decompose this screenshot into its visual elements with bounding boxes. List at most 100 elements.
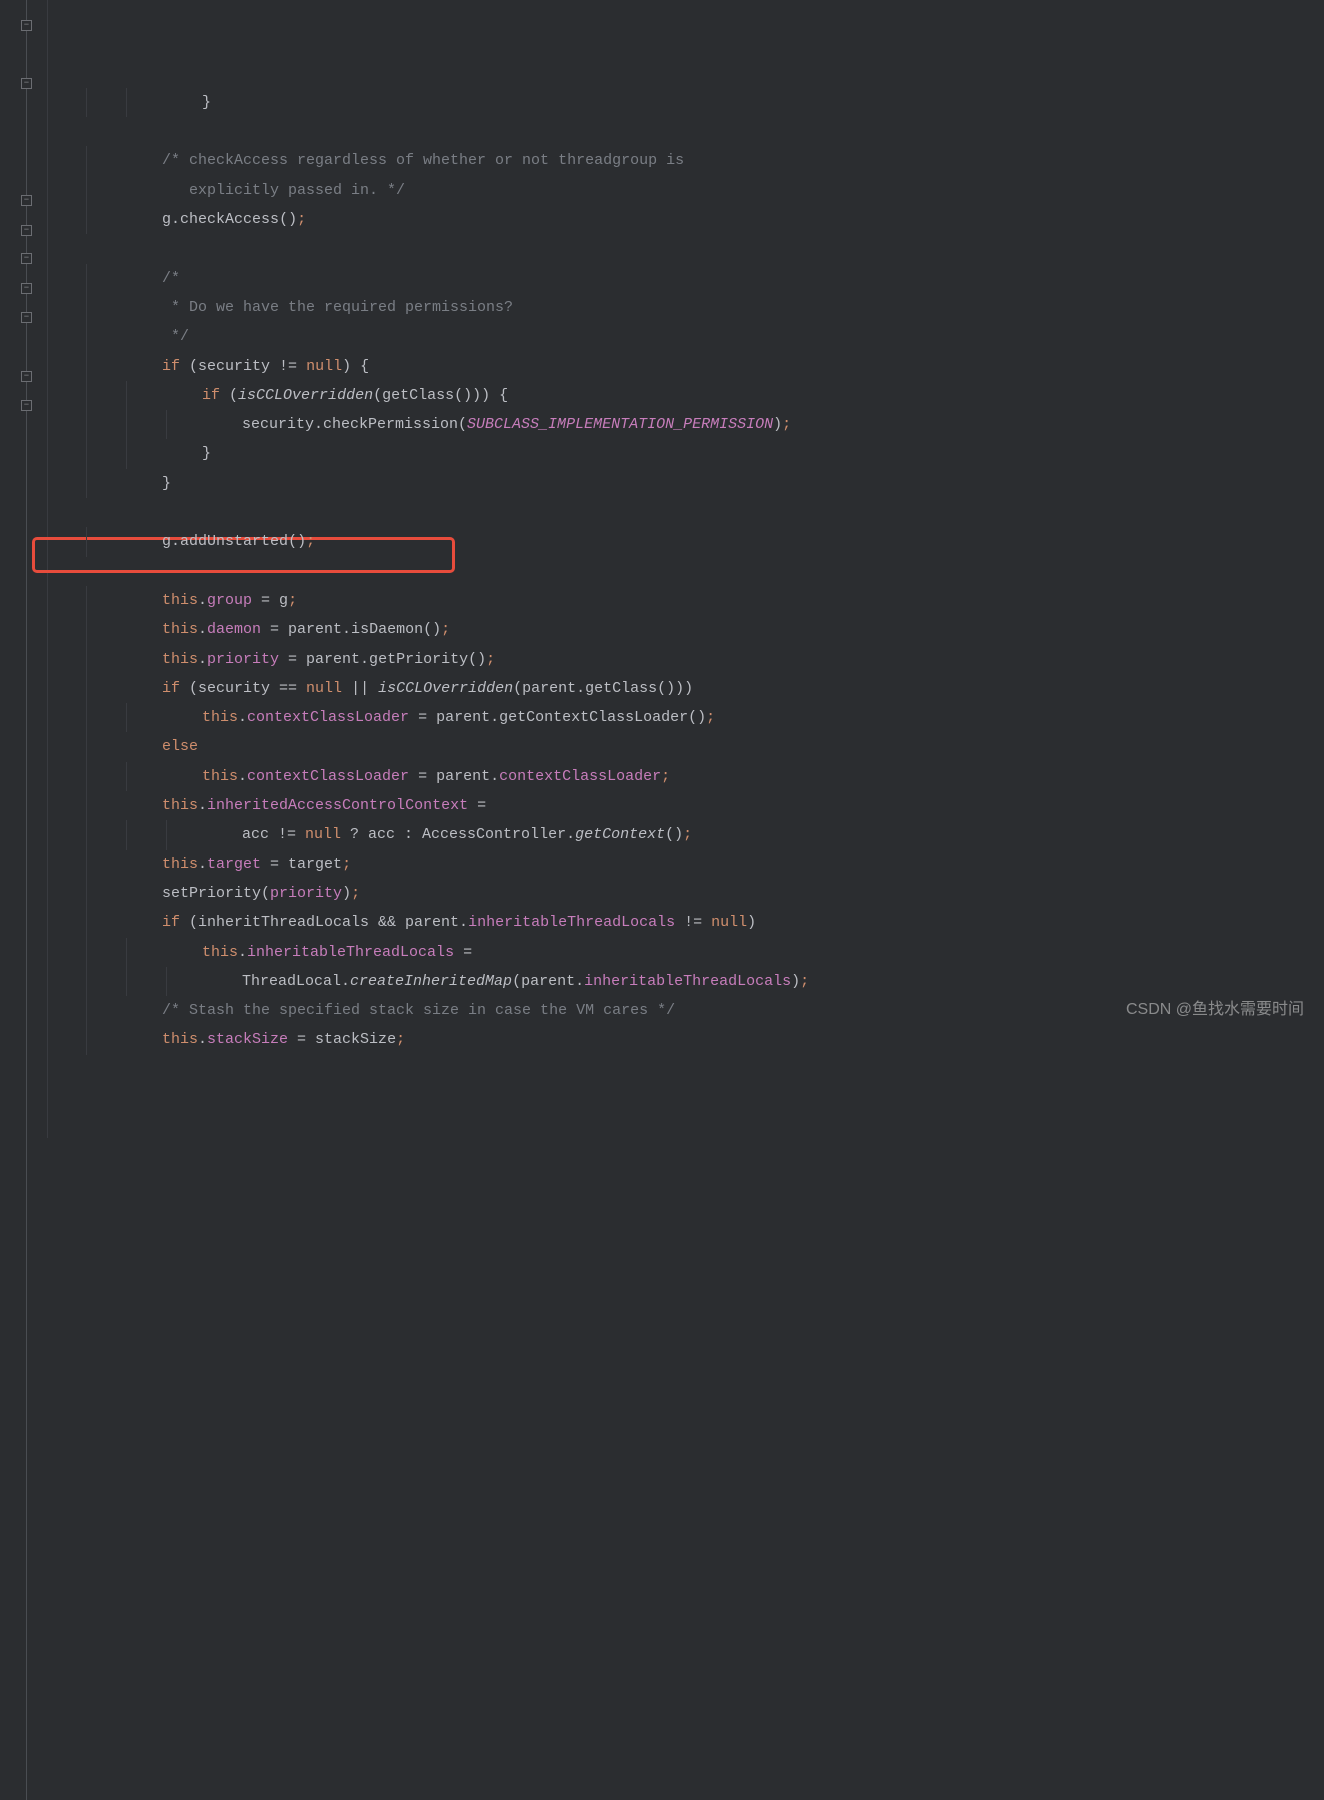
code-editor[interactable]: − − − − − − − − − } /* checkAccess regardless of … xyxy=(0,0,1324,1138)
code-line[interactable]: this.priority = parent.getPriority(); xyxy=(122,645,809,674)
code-line[interactable]: security.checkPermission(SUBCLASS_IMPLEM… xyxy=(122,410,809,439)
indent-guide xyxy=(86,527,87,556)
code-text: /* Stash the specified stack size in cas… xyxy=(122,1002,675,1019)
fold-marker-icon[interactable]: − xyxy=(21,400,32,411)
code-line[interactable] xyxy=(122,117,809,146)
code-line[interactable]: g.checkAccess(); xyxy=(122,205,809,234)
code-text: ThreadLocal.createInheritedMap(parent.in… xyxy=(122,973,809,990)
code-line[interactable]: this.inheritedAccessControlContext = xyxy=(122,791,809,820)
editor-gutter[interactable]: − − − − − − − − − xyxy=(0,0,48,1138)
code-line[interactable]: if (security == null || isCCLOverridden(… xyxy=(122,674,809,703)
code-line[interactable]: ThreadLocal.createInheritedMap(parent.in… xyxy=(122,967,809,996)
code-text: g.addUnstarted(); xyxy=(122,533,315,550)
code-line[interactable]: /* checkAccess regardless of whether or … xyxy=(122,146,809,175)
code-text: /* checkAccess regardless of whether or … xyxy=(122,152,684,169)
code-line[interactable]: /* Stash the specified stack size in cas… xyxy=(122,996,809,1025)
indent-guide xyxy=(86,88,87,117)
indent-guide xyxy=(86,820,87,849)
code-text: this.daemon = parent.isDaemon(); xyxy=(122,621,450,638)
code-line[interactable]: acc != null ? acc : AccessController.get… xyxy=(122,820,809,849)
fold-marker-icon[interactable]: − xyxy=(21,371,32,382)
code-line[interactable]: } xyxy=(122,469,809,498)
code-line[interactable]: else xyxy=(122,732,809,761)
code-line[interactable]: if (inheritThreadLocals && parent.inheri… xyxy=(122,908,809,937)
code-line[interactable]: this.daemon = parent.isDaemon(); xyxy=(122,615,809,644)
fold-marker-icon[interactable]: − xyxy=(21,225,32,236)
indent-guide xyxy=(86,674,87,703)
indent-guide xyxy=(86,879,87,908)
code-text: if (isCCLOverridden(getClass())) { xyxy=(122,387,508,404)
indent-guide xyxy=(86,938,87,967)
code-text: this.inheritableThreadLocals = xyxy=(122,944,472,961)
indent-guide xyxy=(126,439,127,468)
code-line[interactable]: this.group = g; xyxy=(122,586,809,615)
fold-marker-icon[interactable]: − xyxy=(21,20,32,31)
code-text: } xyxy=(122,94,211,111)
code-line[interactable]: */ xyxy=(122,322,809,351)
fold-marker-icon[interactable]: − xyxy=(21,195,32,206)
code-text: else xyxy=(122,738,198,755)
code-text: } xyxy=(122,475,171,492)
indent-guide xyxy=(86,1025,87,1054)
indent-guide xyxy=(126,938,127,967)
code-text: this.priority = parent.getPriority(); xyxy=(122,651,495,668)
code-line[interactable]: this.contextClassLoader = parent.context… xyxy=(122,762,809,791)
indent-guide xyxy=(86,264,87,293)
code-line[interactable]: } xyxy=(122,439,809,468)
code-text: setPriority(priority); xyxy=(122,885,360,902)
code-line[interactable]: this.contextClassLoader = parent.getCont… xyxy=(122,703,809,732)
code-text: * Do we have the required permissions? xyxy=(122,299,513,316)
code-text: this.stackSize = stackSize; xyxy=(122,1031,405,1048)
code-line[interactable]: g.addUnstarted(); xyxy=(122,527,809,556)
indent-guide xyxy=(86,967,87,996)
indent-guide xyxy=(126,410,127,439)
code-line[interactable]: * Do we have the required permissions? xyxy=(122,293,809,322)
indent-guide xyxy=(86,908,87,937)
code-line[interactable]: explicitly passed in. */ xyxy=(122,176,809,205)
indent-guide xyxy=(86,146,87,175)
code-text: } xyxy=(122,445,211,462)
code-area[interactable]: } /* checkAccess regardless of whether or… xyxy=(48,0,809,1138)
code-line[interactable]: } xyxy=(122,88,809,117)
indent-guide xyxy=(86,469,87,498)
code-line[interactable]: setPriority(priority); xyxy=(122,879,809,908)
indent-guide xyxy=(126,381,127,410)
code-line[interactable]: this.target = target; xyxy=(122,850,809,879)
code-line[interactable]: this.inheritableThreadLocals = xyxy=(122,938,809,967)
code-text: acc != null ? acc : AccessController.get… xyxy=(122,826,692,843)
fold-marker-icon[interactable]: − xyxy=(21,312,32,323)
code-text: */ xyxy=(122,328,189,345)
indent-guide xyxy=(86,176,87,205)
code-text: if (security != null) { xyxy=(122,358,369,375)
code-text: explicitly passed in. */ xyxy=(122,182,405,199)
indent-guide xyxy=(126,703,127,732)
code-text: if (security == null || isCCLOverridden(… xyxy=(122,680,693,697)
code-line[interactable] xyxy=(122,1055,809,1084)
code-line[interactable]: if (isCCLOverridden(getClass())) { xyxy=(122,381,809,410)
indent-guide xyxy=(86,850,87,879)
indent-guide xyxy=(166,410,167,439)
fold-marker-icon[interactable]: − xyxy=(21,78,32,89)
indent-guide xyxy=(86,381,87,410)
code-line[interactable]: this.stackSize = stackSize; xyxy=(122,1025,809,1054)
indent-guide xyxy=(86,703,87,732)
code-line[interactable]: if (security != null) { xyxy=(122,352,809,381)
code-text: if (inheritThreadLocals && parent.inheri… xyxy=(122,914,756,931)
code-text: /* xyxy=(122,270,180,287)
code-line[interactable] xyxy=(122,557,809,586)
code-line[interactable]: /* xyxy=(122,264,809,293)
fold-marker-icon[interactable]: − xyxy=(21,253,32,264)
fold-marker-icon[interactable]: − xyxy=(21,283,32,294)
indent-guide xyxy=(86,791,87,820)
indent-guide xyxy=(126,820,127,849)
indent-guide xyxy=(86,645,87,674)
indent-guide xyxy=(86,439,87,468)
indent-guide xyxy=(86,352,87,381)
indent-guide xyxy=(126,967,127,996)
indent-guide xyxy=(166,820,167,849)
code-text: this.group = g; xyxy=(122,592,297,609)
indent-guide xyxy=(86,996,87,1025)
indent-guide xyxy=(86,322,87,351)
code-line[interactable] xyxy=(122,498,809,527)
code-line[interactable] xyxy=(122,234,809,263)
